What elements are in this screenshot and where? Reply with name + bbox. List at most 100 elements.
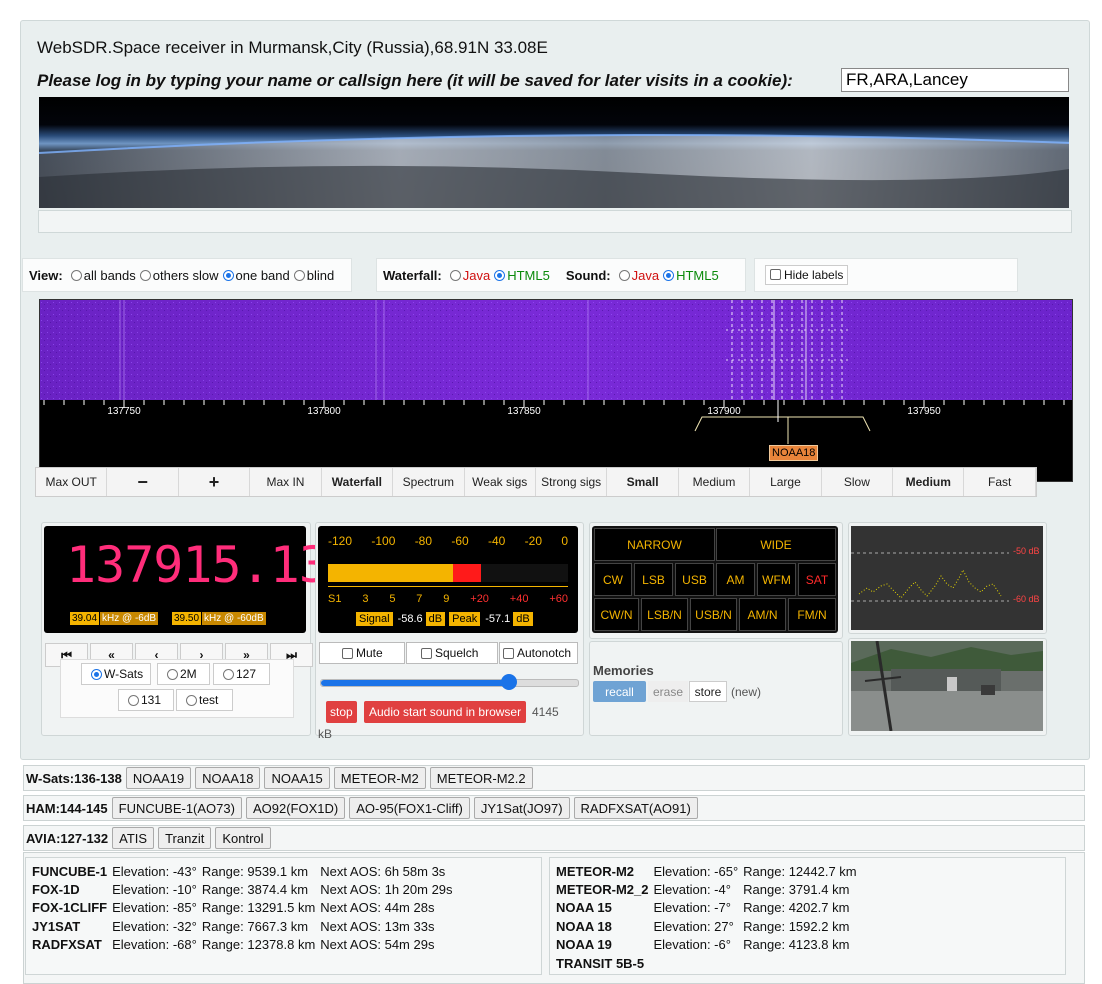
sat-button-radfxsat[interactable]: RADFXSAT(AO91) <box>573 797 698 819</box>
store-button[interactable]: store <box>689 681 727 702</box>
zoom-out-button[interactable]: − <box>107 468 179 496</box>
speed-fast-button[interactable]: Fast <box>964 468 1036 496</box>
signal-label: Signal <box>356 612 393 626</box>
mode-cw[interactable]: CW <box>594 563 632 596</box>
view-option-others-slow: others slow <box>152 267 219 283</box>
sat-button-ao95[interactable]: AO-95(FOX1-Cliff) <box>349 797 470 819</box>
waterfall-radio-html5[interactable] <box>494 269 506 281</box>
band-presets: W-Sats 2M 127 131 test <box>60 659 294 718</box>
mode-am[interactable]: AM <box>716 563 755 596</box>
speed-medium-button[interactable]: Medium <box>893 468 965 496</box>
waterfall-radio-java[interactable] <box>449 269 461 281</box>
waterfall-display[interactable]: 137750 137800 137850 137900 137950 NOAA18 <box>39 299 1073 482</box>
view-radio-blind[interactable] <box>293 269 305 281</box>
max-in-button[interactable]: Max IN <box>250 468 322 496</box>
s-tick: 5 <box>389 593 396 605</box>
table-row: METEOR-M2_2 Elevation: -4° Range: 3791.4 k… <box>556 880 862 898</box>
autonotch-checkbox[interactable] <box>503 647 514 659</box>
mode-cw-n[interactable]: CW/N <box>594 598 639 631</box>
frequency-readout[interactable]: 137915.13 <box>66 536 329 594</box>
view-radio-others-slow[interactable] <box>139 269 151 281</box>
preset-2m[interactable]: 2M <box>157 663 210 685</box>
squelch-checkbox[interactable] <box>421 647 432 659</box>
sound-radio-html5[interactable] <box>663 269 675 281</box>
autonotch-toggle[interactable]: Autonotch <box>499 642 578 664</box>
mode-sat[interactable]: SAT <box>798 563 836 596</box>
view-radio-one-band[interactable] <box>222 269 234 281</box>
size-large-button[interactable]: Large <box>750 468 822 496</box>
sat-button-meteor-m2[interactable]: METEOR-M2 <box>333 767 426 789</box>
sat-button-meteor-m2-2[interactable]: METEOR-M2.2 <box>429 767 533 789</box>
preset-131[interactable]: 131 <box>118 689 174 711</box>
preset-radio-131[interactable] <box>128 694 139 706</box>
preset-127[interactable]: 127 <box>213 663 270 685</box>
avia-button-tranzit[interactable]: Tranzit <box>158 827 212 849</box>
s-scale-line <box>328 586 568 591</box>
mode-usb[interactable]: USB <box>675 563 714 596</box>
preset-radio-w-sats[interactable] <box>91 668 102 680</box>
avia-button-atis[interactable]: ATIS <box>112 827 155 849</box>
sound-radio-java[interactable] <box>618 269 630 281</box>
volume-slider-thumb[interactable] <box>501 674 517 690</box>
stop-audio-button[interactable]: stop <box>326 701 357 723</box>
view-label: View: <box>29 267 63 283</box>
speed-slow-button[interactable]: Slow <box>821 468 894 496</box>
strong-sigs-button[interactable]: Strong sigs <box>535 468 608 496</box>
hide-labels-toggle[interactable]: Hide labels <box>765 265 849 285</box>
mode-fm-n[interactable]: FM/N <box>788 598 836 631</box>
sat-name: JY1SAT <box>32 918 81 934</box>
mode-usb-n[interactable]: USB/N <box>690 598 737 631</box>
weak-sigs-button[interactable]: Weak sigs <box>464 468 536 496</box>
preset-radio-127[interactable] <box>223 668 234 680</box>
sat-button-ao92[interactable]: AO92(FOX1D) <box>245 797 346 819</box>
s-tick: 7 <box>416 593 423 605</box>
volume-slider[interactable] <box>320 674 579 690</box>
noaa18-marker-label[interactable]: NOAA18 <box>769 445 819 461</box>
mute-checkbox[interactable] <box>342 647 353 659</box>
size-medium-button[interactable]: Medium <box>678 468 751 496</box>
s-unit-scale: S1 3 5 7 9 +20 +40 +60 <box>328 593 568 605</box>
size-small-button[interactable]: Small <box>607 468 679 496</box>
peak-unit: dB <box>513 612 533 626</box>
sat-button-noaa19[interactable]: NOAA19 <box>125 767 192 789</box>
peak-label: Peak <box>449 612 481 626</box>
mode-am-n[interactable]: AM/N <box>739 598 786 631</box>
sat-range: Range: 13291.5 km <box>201 900 316 916</box>
sat-button-jy1sat[interactable]: JY1Sat(JO97) <box>473 797 570 819</box>
mode-lsb[interactable]: LSB <box>634 563 673 596</box>
mute-label: Mute <box>356 646 383 660</box>
sat-button-noaa18[interactable]: NOAA18 <box>195 767 261 789</box>
mode-lsb-n[interactable]: LSB/N <box>641 598 688 631</box>
view-options: View: all bands others slow one band bli… <box>22 258 352 292</box>
sat-button-noaa15[interactable]: NOAA15 <box>264 767 330 789</box>
page-title: WebSDR.Space receiver in Murmansk,City (… <box>37 38 548 57</box>
preset-radio-test[interactable] <box>186 694 197 706</box>
squelch-toggle[interactable]: Squelch <box>406 642 498 664</box>
sat-elevation: Elevation: 27° <box>653 918 734 934</box>
sat-range: Range: 4123.8 km <box>743 937 850 953</box>
spectrum-mode-button[interactable]: Spectrum <box>393 468 465 496</box>
max-out-button[interactable]: Max OUT <box>36 468 108 496</box>
sat-range <box>743 954 861 972</box>
start-audio-button[interactable]: Audio start sound in browser <box>364 701 527 723</box>
frequency-lcd[interactable]: 137915.13 39.04 kHz @ -6dB 39.50 kHz @ -… <box>44 526 329 633</box>
preset-w-sats[interactable]: W-Sats <box>81 663 151 685</box>
mode-wide[interactable]: WIDE <box>716 528 836 561</box>
sat-elevation: Elevation: -10° <box>112 882 197 898</box>
view-radio-all-bands[interactable] <box>70 269 82 281</box>
erase-button[interactable]: erase <box>648 681 688 702</box>
preset-test[interactable]: test <box>176 689 233 711</box>
avia-button-kontrol[interactable]: Kontrol <box>215 827 271 849</box>
recall-button[interactable]: recall <box>593 681 646 702</box>
mode-narrow[interactable]: NARROW <box>594 528 715 561</box>
sat-name: NOAA 18 <box>556 918 612 934</box>
mode-wfm[interactable]: WFM <box>757 563 796 596</box>
hide-labels-checkbox[interactable] <box>770 269 781 280</box>
zoom-in-button[interactable]: + <box>178 468 251 496</box>
waterfall-label: Waterfall: <box>383 267 442 283</box>
sat-button-funcube[interactable]: FUNCUBE-1(AO73) <box>111 797 242 819</box>
mute-toggle[interactable]: Mute <box>319 642 405 664</box>
callsign-input[interactable] <box>841 68 1069 92</box>
preset-radio-2m[interactable] <box>167 668 178 680</box>
waterfall-mode-button[interactable]: Waterfall <box>321 468 394 496</box>
